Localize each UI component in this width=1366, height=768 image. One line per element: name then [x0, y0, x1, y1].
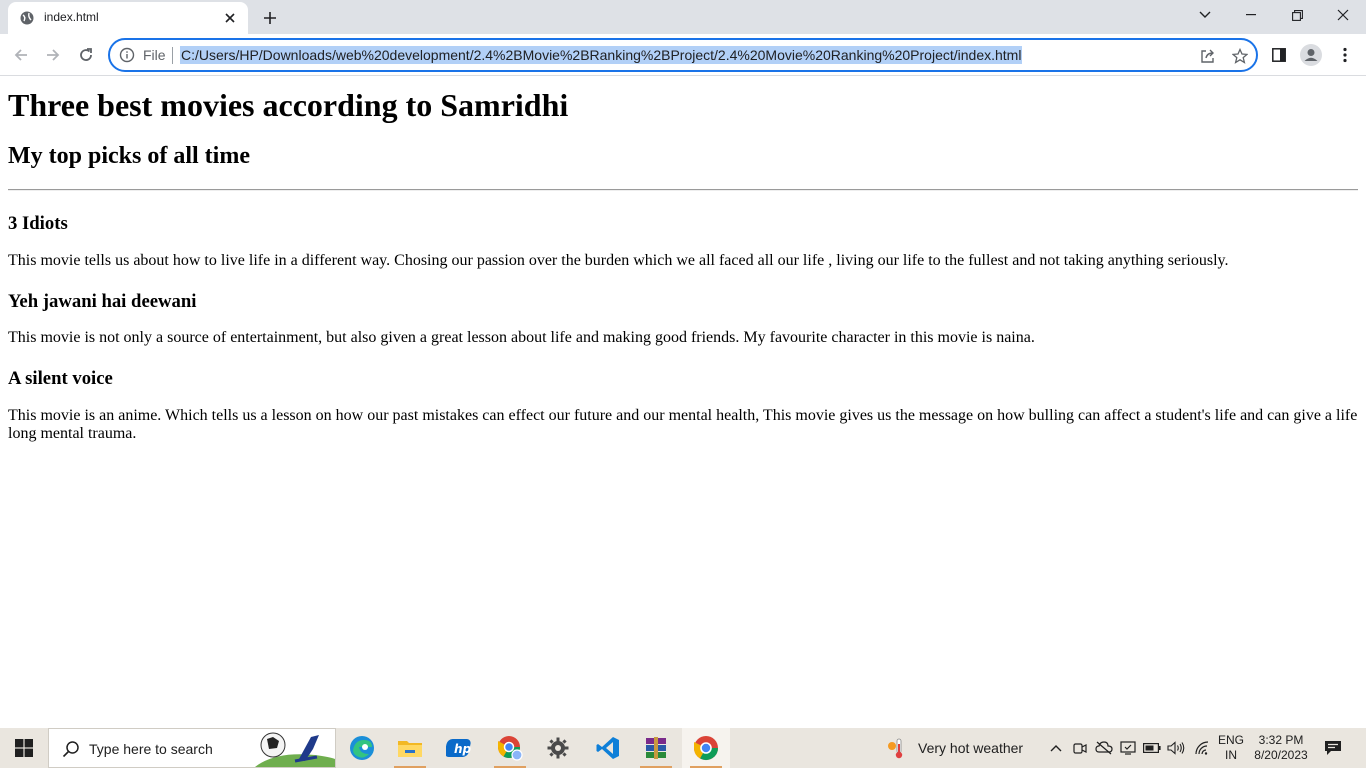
- share-icon[interactable]: [1198, 46, 1218, 66]
- movie-title: Yeh jawani hai deewani: [8, 291, 197, 312]
- edge-app[interactable]: [338, 728, 386, 768]
- url-text[interactable]: C:/Users/HP/Downloads/web%20development/…: [180, 46, 1023, 64]
- movie-description: This movie is an anime. Which tells us a…: [8, 407, 1358, 442]
- chrome-profile-app[interactable]: [486, 728, 534, 768]
- new-tab-button[interactable]: [258, 6, 282, 30]
- taskbar-search[interactable]: Type here to search: [48, 728, 336, 768]
- tab-search-button[interactable]: [1182, 0, 1228, 30]
- taskbar: Type here to search hp Very hot weather: [0, 728, 1366, 768]
- movie-description: This movie tells us about how to live li…: [8, 252, 1229, 269]
- weather-text: Very hot weather: [918, 740, 1024, 756]
- thermometer-icon: [888, 738, 903, 759]
- chrome-icon: [694, 736, 718, 761]
- scheme-label: File: [143, 47, 166, 63]
- reload-button[interactable]: [73, 42, 99, 68]
- search-icon: [61, 739, 81, 759]
- svg-text:hp: hp: [454, 742, 472, 756]
- folder-icon: [398, 741, 422, 757]
- chevron-up-icon[interactable]: [1046, 738, 1066, 758]
- movie-title: A silent voice: [8, 368, 113, 389]
- close-window-button[interactable]: [1320, 0, 1366, 30]
- back-button[interactable]: [8, 42, 34, 68]
- divider: [8, 189, 1358, 191]
- chrome-app[interactable]: [682, 728, 730, 768]
- clock-date: 8/20/2023: [1254, 748, 1308, 762]
- hp-app[interactable]: hp: [436, 728, 484, 768]
- onedrive-offline-icon[interactable]: [1094, 738, 1114, 758]
- restore-button[interactable]: [1274, 0, 1320, 30]
- wifi-icon[interactable]: [1192, 738, 1212, 758]
- search-highlight-icon: [255, 729, 335, 767]
- clock-time: 3:32 PM: [1258, 733, 1304, 747]
- more-menu-icon[interactable]: [1334, 44, 1356, 66]
- address-bar[interactable]: File C:/Users/HP/Downloads/web%20develop…: [108, 38, 1258, 72]
- browser-toolbar: File C:/Users/HP/Downloads/web%20develop…: [0, 34, 1366, 76]
- hp-icon: hp: [446, 739, 472, 757]
- meet-icon[interactable]: [1070, 738, 1090, 758]
- windows-icon: [15, 739, 33, 757]
- page-subtitle: My top picks of all time: [8, 143, 250, 169]
- close-tab-icon[interactable]: [220, 8, 240, 28]
- settings-app[interactable]: [534, 728, 582, 768]
- vscode-icon: [596, 737, 619, 759]
- movie-title: 3 Idiots: [8, 213, 68, 234]
- globe-icon: [20, 11, 34, 25]
- profile-avatar-icon[interactable]: [1300, 44, 1322, 66]
- side-panel-icon[interactable]: [1268, 44, 1290, 66]
- language-region: IN: [1225, 748, 1237, 762]
- file-explorer-app[interactable]: [386, 728, 434, 768]
- winrar-app[interactable]: [632, 728, 680, 768]
- weather-widget[interactable]: Very hot weather: [886, 728, 1023, 768]
- language-code: ENG: [1218, 733, 1245, 747]
- gear-icon: [547, 737, 569, 759]
- page-title: Three best movies according to Samridhi: [8, 87, 569, 123]
- language-indicator[interactable]: ENG IN: [1218, 733, 1244, 763]
- vscode-app[interactable]: [584, 728, 632, 768]
- clock[interactable]: 3:32 PM 8/20/2023: [1252, 733, 1310, 763]
- volume-icon[interactable]: [1166, 738, 1186, 758]
- bookmark-star-icon[interactable]: [1230, 46, 1250, 66]
- minimize-button[interactable]: [1228, 0, 1274, 30]
- tab-title: index.html: [44, 10, 99, 24]
- forward-button[interactable]: [40, 42, 66, 68]
- info-icon[interactable]: [119, 47, 135, 63]
- browser-tab[interactable]: index.html: [8, 2, 248, 34]
- movie-description: This movie is not only a source of enter…: [8, 329, 1035, 346]
- battery-icon[interactable]: [1142, 738, 1162, 758]
- windows-security-icon[interactable]: [1118, 738, 1138, 758]
- search-placeholder: Type here to search: [89, 741, 213, 757]
- divider: [172, 47, 173, 64]
- start-button[interactable]: [0, 728, 48, 768]
- edge-icon: [350, 736, 374, 760]
- web-page: Three best movies according to Samridhi …: [0, 76, 1366, 728]
- tab-strip: index.html: [0, 0, 1366, 34]
- chrome-profile-icon: [498, 736, 523, 761]
- winrar-icon: [646, 737, 666, 759]
- notification-icon[interactable]: [1320, 736, 1346, 760]
